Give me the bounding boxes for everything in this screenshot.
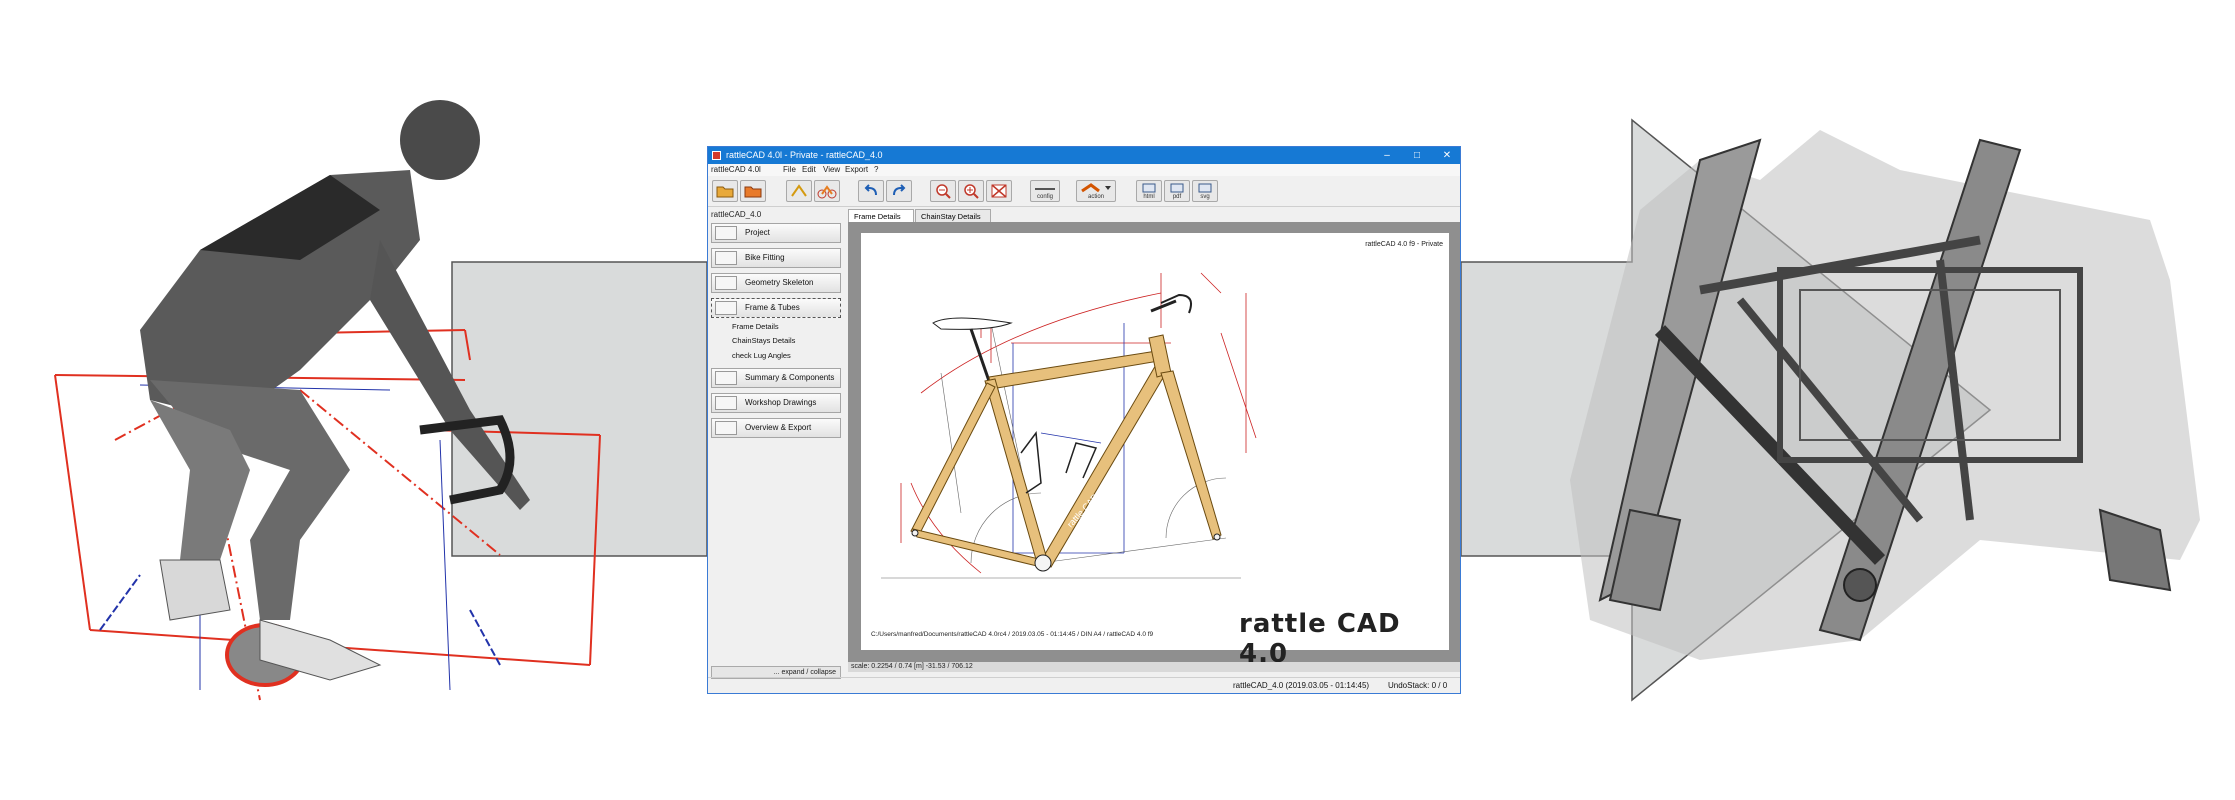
config-icon: [1035, 188, 1055, 190]
nav-frame-tubes-label: Frame & Tubes: [745, 303, 800, 312]
drawing-sheet: rattleCAD 4.0 f9 - Private rattle CAD ra…: [861, 233, 1449, 669]
undo-button[interactable]: [858, 180, 884, 202]
zoom-out-button[interactable]: [930, 180, 956, 202]
zoom-in-button[interactable]: [958, 180, 984, 202]
toolbar: config action html pdf svg: [708, 176, 1460, 207]
pdf-export-button[interactable]: pdf: [1164, 180, 1190, 202]
frame-tubes-icon: [715, 301, 737, 315]
geometry-skeleton-icon: [715, 276, 737, 290]
action-label: action: [1087, 194, 1104, 200]
nav-workshop-drawings[interactable]: Workshop Drawings: [711, 393, 841, 413]
drawing-canvas[interactable]: rattleCAD 4.0 f9 - Private rattle CAD ra…: [848, 222, 1460, 669]
action-icon: [1081, 183, 1111, 193]
svg-export-button[interactable]: svg: [1192, 180, 1218, 202]
menu-bar: rattleCAD 4.0l File Edit View Export ?: [708, 164, 1460, 176]
scale-readout: scale: 0.2254 / 0.74 [m] -31.53 / 706.12: [848, 662, 1460, 672]
saddle: [932, 317, 1013, 330]
tool-b-button[interactable]: [814, 180, 840, 202]
subnav-frame-details[interactable]: Frame Details: [732, 322, 779, 331]
project-label: rattleCAD_4.0: [711, 210, 762, 219]
workshop-drawings-icon: [715, 396, 737, 410]
left-arrow: [451, 261, 708, 557]
menu-view[interactable]: View: [823, 164, 840, 176]
rattlecad-window: rattleCAD 4.0l - Private - rattleCAD_4.0…: [707, 146, 1461, 694]
pdf-icon: [1170, 183, 1184, 193]
save-button[interactable]: [740, 180, 766, 202]
tool-a-button[interactable]: [786, 180, 812, 202]
bottom-bracket: [1034, 554, 1052, 572]
top-tube: [988, 350, 1160, 390]
frame-jig-illustration: [1570, 130, 2200, 660]
fork: [1160, 370, 1222, 540]
subnav-chainstays-details[interactable]: ChainStays Details: [732, 336, 795, 345]
undo-icon: [864, 184, 877, 196]
menu-file[interactable]: File: [783, 164, 796, 176]
nav-bike-fitting-label: Bike Fitting: [745, 253, 785, 262]
project-icon: [715, 226, 737, 240]
app-icon: [712, 151, 721, 160]
nav-workshop-drawings-label: Workshop Drawings: [745, 398, 817, 407]
window-title: rattleCAD 4.0l - Private - rattleCAD_4.0: [726, 150, 883, 160]
nav-summary-components-label: Summary & Components: [745, 373, 835, 382]
tab-frame-details[interactable]: Frame Details: [848, 209, 914, 222]
rear-dropout: [911, 529, 919, 537]
overview-export-icon: [715, 421, 737, 435]
nav-summary-components[interactable]: Summary & Components: [711, 368, 841, 388]
zoom-in-icon: [964, 184, 979, 199]
menu-app[interactable]: rattleCAD 4.0l: [711, 164, 761, 176]
folder-save-icon: [744, 186, 762, 198]
nav-bike-fitting[interactable]: Bike Fitting: [711, 248, 841, 268]
config-button[interactable]: config: [1030, 180, 1060, 202]
status-project: rattleCAD_4.0 (2019.03.05 - 01:14:45): [1233, 681, 1370, 690]
status-undo-stack: UndoStack: 0 / 0: [1388, 681, 1448, 690]
nav-geometry-skeleton[interactable]: Geometry Skeleton: [711, 273, 841, 293]
redo-button[interactable]: [886, 180, 912, 202]
bike-tool-icon: [817, 185, 837, 199]
nav-frame-tubes[interactable]: Frame & Tubes: [711, 298, 841, 318]
down-tube: [1040, 362, 1168, 568]
nav-overview-export[interactable]: Overview & Export: [711, 418, 841, 438]
title-bar: rattleCAD 4.0l - Private - rattleCAD_4.0…: [708, 147, 1460, 164]
subnav-check-lug-angles[interactable]: check Lug Angles: [732, 351, 791, 360]
minimize-button[interactable]: –: [1372, 147, 1402, 164]
redo-icon: [893, 184, 906, 196]
seat-tube: [984, 378, 1048, 564]
status-bar: rattleCAD_4.0 (2019.03.05 - 01:14:45) Un…: [708, 677, 1460, 694]
html-label: html: [1143, 194, 1155, 200]
config-label: config: [1036, 194, 1053, 200]
zoom-out-icon: [936, 184, 951, 199]
svg-label: svg: [1200, 194, 1210, 200]
left-panel: rattleCAD_4.0 Project Bike Fitting Geome…: [708, 207, 844, 677]
html-icon: [1142, 183, 1156, 193]
nav-geometry-skeleton-label: Geometry Skeleton: [745, 278, 814, 287]
action-button[interactable]: action: [1076, 180, 1116, 202]
frame-drawing: rattle CAD: [881, 272, 1257, 579]
sheet-footer-path: C:/Users/manfred/Documents/rattleCAD 4.0…: [871, 631, 1154, 638]
frame-tool-icon: [791, 184, 807, 197]
summary-components-icon: [715, 371, 737, 385]
bike-fitting-icon: [715, 251, 737, 265]
frame-tubes: [910, 334, 1222, 568]
menu-export[interactable]: Export: [845, 164, 868, 176]
zoom-fit-button[interactable]: [986, 180, 1012, 202]
front-dropout: [1213, 533, 1221, 541]
nav-overview-export-label: Overview & Export: [745, 423, 812, 432]
zoom-fit-icon: [991, 184, 1007, 198]
seat-stay: [910, 382, 996, 536]
nav-project-label: Project: [745, 228, 770, 237]
pdf-label: pdf: [1172, 194, 1182, 200]
tab-chainstay-details[interactable]: ChainStay Details: [915, 209, 991, 222]
html-export-button[interactable]: html: [1136, 180, 1162, 202]
open-button[interactable]: [712, 180, 738, 202]
maximize-button[interactable]: □: [1402, 147, 1432, 164]
close-button[interactable]: ✕: [1432, 147, 1462, 164]
nav-project[interactable]: Project: [711, 223, 841, 243]
bottle-cage-2: [1065, 442, 1098, 479]
rattlecad-logo: rattle CAD 4.0: [1239, 609, 1401, 669]
menu-edit[interactable]: Edit: [802, 164, 816, 176]
seatpost: [969, 328, 991, 382]
folder-open-icon: [716, 186, 734, 198]
menu-help[interactable]: ?: [874, 164, 878, 176]
svg-icon: [1198, 183, 1212, 193]
